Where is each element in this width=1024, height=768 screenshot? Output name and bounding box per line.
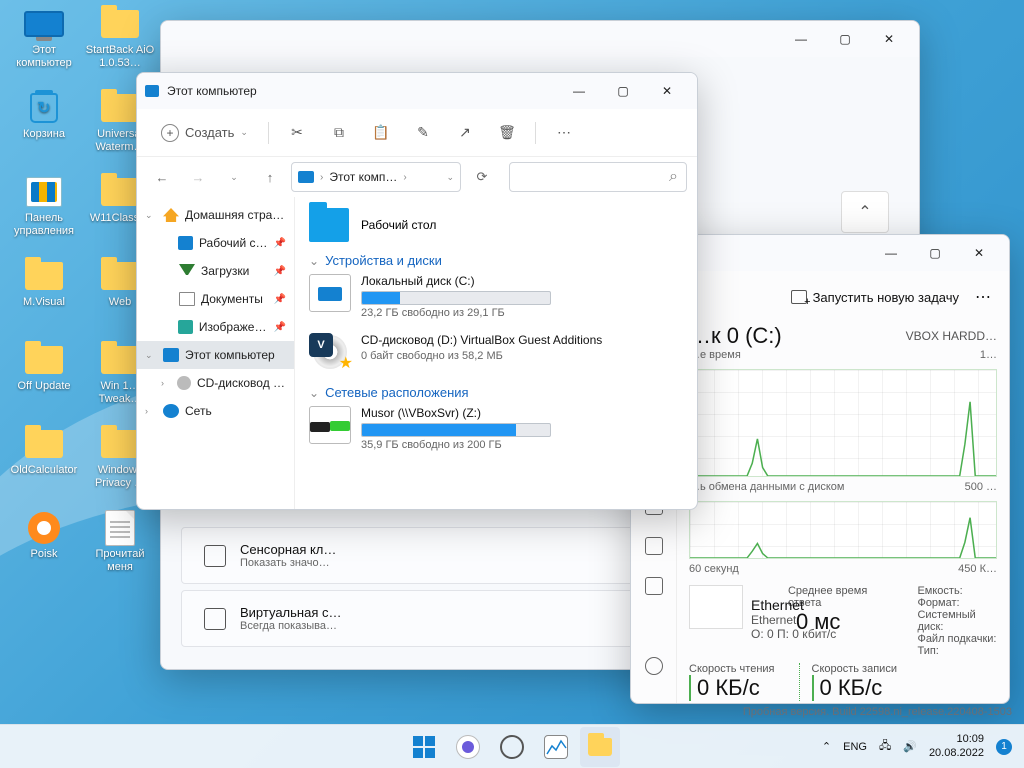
settings-icon[interactable] [645,657,663,675]
maximize-button[interactable]: ▢ [601,73,645,109]
sidebar-item[interactable]: ⌄Домашняя стра… [137,201,294,229]
notification-badge[interactable]: 1 [996,739,1012,755]
explorer-titlebar[interactable]: Этот компьютер — ▢ ✕ [137,73,697,109]
copy-icon[interactable]: ⧉ [319,113,359,153]
search-icon: ⌕ [669,168,678,186]
pin-icon: 📌 [274,322,286,333]
disk-model: VBOX HARDD… [906,329,997,343]
more-button[interactable]: ⋯ [969,287,997,307]
doc-icon [179,292,195,306]
pc-icon [298,171,314,183]
close-button[interactable]: ✕ [645,73,689,109]
more-icon[interactable]: ⋯ [544,113,584,153]
desktop-icon[interactable]: M.Visual [6,258,82,334]
minimize-button[interactable]: — [779,21,823,57]
drive-item[interactable]: V★CD-дисковод (D:) VirtualBox Guest Addi… [309,333,683,371]
net-icon [163,404,179,418]
tray-overflow-icon[interactable]: ⌃ [822,740,831,753]
delete-icon[interactable]: 🗑 [487,113,527,153]
close-button[interactable]: ✕ [957,235,1001,271]
ethernet-thumbnail[interactable] [689,585,743,629]
desktop-icon[interactable]: Панель управления [6,174,82,250]
sidebar-item[interactable]: ⌄Этот компьютер [137,341,294,369]
maximize-button[interactable]: ▢ [913,235,957,271]
sidebar-item[interactable]: Изображен…📌 [137,313,294,341]
desktop-icon[interactable]: StartBack AiO 1.0.53… [82,6,158,82]
desk-icon [178,236,193,250]
window-title: Этот компьютер [167,84,257,98]
desktop-icon[interactable]: Poisk [6,510,82,586]
explorer-content: Рабочий стол Устройства и диски Локальны… [295,197,697,510]
folder-icon [309,208,349,242]
drive-item[interactable]: Локальный диск (C:)23,2 ГБ свободно из 2… [309,274,683,319]
address-bar[interactable]: › Этот комп…› ⌄ [291,162,461,192]
share-icon[interactable]: ↗ [445,113,485,153]
pin-icon: 📌 [274,294,286,305]
nav-forward[interactable]: → [183,162,213,192]
maximize-button[interactable]: ▢ [823,21,867,57]
expand-card[interactable]: ⌃ [841,191,889,233]
refresh-icon[interactable]: ⟳ [467,162,497,192]
search-input[interactable]: ⌕ [509,162,687,192]
cd-icon [177,376,191,390]
touchpad-icon [204,608,226,630]
nav-recent[interactable]: ⌄ [219,162,249,192]
run-icon [791,290,807,304]
paste-icon[interactable]: 📋 [361,113,401,153]
throughput-chart [689,501,997,559]
explorer-toolbar: +Создать⌄ ✂ ⧉ 📋 ✎ ↗ 🗑 ⋯ [137,109,697,157]
img-icon [178,320,193,334]
minimize-button[interactable]: — [557,73,601,109]
start-button[interactable] [404,727,444,767]
watermark: Пробная версия. Build 22598.ni_release.2… [743,706,1012,718]
nav-up[interactable]: ↑ [255,162,285,192]
details-icon[interactable] [645,537,663,555]
disk-title: …к 0 (C:) [689,323,782,349]
explorer-sidebar: ⌄Домашняя стра…Рабочий ст…📌Загрузки📌Доку… [137,197,295,510]
section-network[interactable]: Сетевые расположения [309,385,683,400]
down-icon [179,264,195,278]
desktop-icon[interactable]: OldCalculator [6,426,82,502]
desktop-item[interactable]: Рабочий стол [309,205,683,245]
clock[interactable]: 10:09 20.08.2022 [929,733,984,759]
drive-item[interactable]: Musor (\\VBoxSvr) (Z:)35,9 ГБ свободно и… [309,406,683,451]
network-icon[interactable]: 🖧 [879,737,891,756]
sidebar-item[interactable]: Рабочий ст…📌 [137,229,294,257]
pin-icon: 📌 [274,238,286,249]
ethernet-title: Ethernet [751,597,836,613]
system-tray[interactable]: ⌃ ENG 🖧 🔊 10:09 20.08.2022 1 [810,733,1024,759]
desktop-icon[interactable]: Корзина [6,90,82,166]
desktop-icon[interactable]: Off Update [6,342,82,418]
new-button[interactable]: +Создать⌄ [149,116,260,150]
sidebar-item[interactable]: Документы📌 [137,285,294,313]
minimize-button[interactable]: — [869,235,913,271]
keyboard-icon [204,545,226,567]
pc-icon [163,348,179,362]
language-indicator[interactable]: ENG [843,741,867,753]
active-time-chart [689,369,997,477]
pin-icon: 📌 [274,266,286,277]
desktop-icon[interactable]: Этот компьютер [6,6,82,82]
rename-icon[interactable]: ✎ [403,113,443,153]
desktop-icon[interactable]: Прочитай меня [82,510,158,586]
cut-icon[interactable]: ✂ [277,113,317,153]
taskbar: ⌃ ENG 🖧 🔊 10:09 20.08.2022 1 [0,724,1024,768]
home-icon [163,208,179,222]
run-task-button[interactable]: Запустить новую задачу [791,290,959,305]
taskbar-chat-icon[interactable] [448,727,488,767]
sidebar-item[interactable]: ›Сеть [137,397,294,425]
taskbar-taskmanager-icon[interactable] [536,727,576,767]
explorer-window: Этот компьютер — ▢ ✕ +Создать⌄ ✂ ⧉ 📋 ✎ ↗… [136,72,698,510]
close-button[interactable]: ✕ [867,21,911,57]
taskbar-explorer-icon[interactable] [580,727,620,767]
section-devices[interactable]: Устройства и диски [309,253,683,268]
sidebar-item[interactable]: ›CD-дисковод (D:… [137,369,294,397]
taskbar-settings-icon[interactable] [492,727,532,767]
sidebar-item[interactable]: Загрузки📌 [137,257,294,285]
pc-icon [145,85,159,97]
settings-titlebar[interactable]: — ▢ ✕ [161,21,919,57]
nav-back[interactable]: ← [147,162,177,192]
volume-icon[interactable]: 🔊 [903,740,917,753]
services-icon[interactable] [645,577,663,595]
